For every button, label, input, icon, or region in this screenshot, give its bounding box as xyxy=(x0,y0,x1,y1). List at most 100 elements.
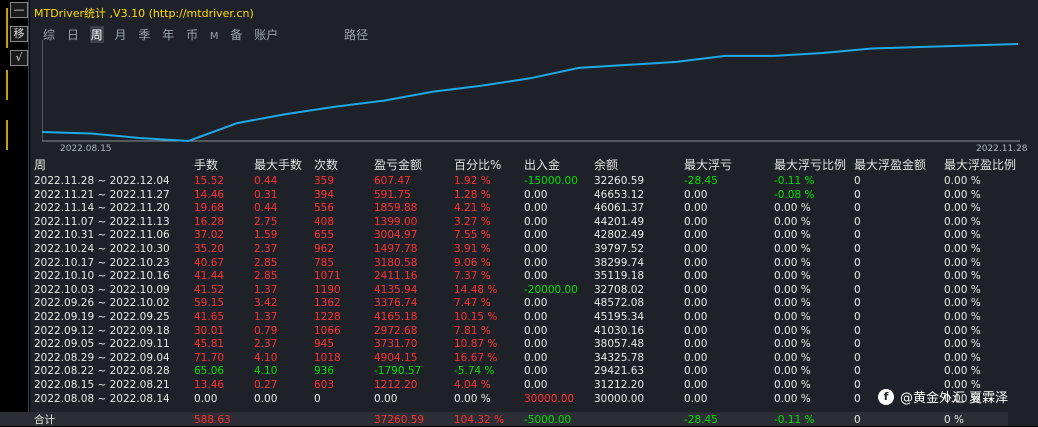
cell-max_dd_pct: 0.00 % xyxy=(774,351,811,364)
cell-pnl: -1790.57 xyxy=(374,365,422,378)
cell-max_lots: 0.44 xyxy=(254,202,278,215)
cell-count: 785 xyxy=(314,256,335,269)
cell-pnl: 1497.78 xyxy=(374,243,418,255)
cell-max_dd_pct: 0.00 % xyxy=(774,338,811,351)
cell-max_dd: -28.45 xyxy=(684,175,718,187)
cell-count: 945 xyxy=(314,338,335,351)
cell-max_fp_pct: 0.00 % xyxy=(944,270,981,283)
cell-max_dd_pct: -0.08 % xyxy=(774,188,815,201)
cell-balance: 38057.48 xyxy=(594,338,645,351)
cell-max_dd_pct: -0.11 % xyxy=(774,175,815,187)
column-header: 出入金 xyxy=(524,158,561,172)
cell-pnl: 591.75 xyxy=(374,188,411,201)
table-header: 周 手数 最大手数 次数 盈亏金额 百分比% 出入金 余额 最大浮亏 最大浮亏比例 最大浮盈金额 最大… xyxy=(0,157,1016,173)
cell-lots: 35.20 xyxy=(194,243,225,255)
cell-count: 394 xyxy=(314,188,335,201)
cell-pct: 10.15 % xyxy=(454,311,498,323)
cell-flow: 30000.00 xyxy=(524,392,575,405)
cell-count: 962 xyxy=(314,243,335,255)
cell-max_fp_pct: 0.00 % xyxy=(944,202,981,215)
cell-max_lots: 4.10 xyxy=(254,351,278,364)
cell-max_dd_pct: 0.00 % xyxy=(774,270,811,283)
cell-max_lots: 3.42 xyxy=(254,297,278,310)
cell-lots: 16.28 xyxy=(194,215,225,228)
move-button[interactable]: 移 xyxy=(10,26,28,42)
cell-count: 1362 xyxy=(314,297,341,310)
cell-flow: 0.00 xyxy=(524,215,548,228)
cell-max_dd: 0.00 xyxy=(684,243,708,255)
cell-max_dd: 0.00 xyxy=(684,202,708,215)
cell-max_fp_pct: 0.00 % xyxy=(944,215,981,228)
cell-max_dd_pct: 0.00 % xyxy=(774,202,811,215)
column-header: 最大浮盈金额 xyxy=(854,158,927,172)
column-header: 手数 xyxy=(194,158,219,172)
cell-max_fp: 0 xyxy=(854,202,861,215)
cell-max_dd_pct: 0.00 % xyxy=(774,379,811,391)
column-header: 最大手数 xyxy=(254,158,303,172)
table-row: 2022.10.24 ~ 2022.10.30 35.20 2.37 962 1497.… xyxy=(0,243,1008,256)
cell-balance: 48572.08 xyxy=(594,297,645,310)
strip-marker xyxy=(6,8,8,48)
cell-balance: 38299.74 xyxy=(594,256,645,269)
column-header: 最大浮亏比例 xyxy=(774,158,847,172)
cell-pnl: 1212.20 xyxy=(374,379,418,391)
cell-lots: 0.00 xyxy=(194,392,218,405)
cell-count: 1228 xyxy=(314,311,341,323)
cell-pct: 10.87 % xyxy=(454,338,498,351)
cell-flow: 0.00 xyxy=(524,297,548,310)
cell-pct: 3.27 % xyxy=(454,215,491,228)
cell-lots: 65.06 xyxy=(194,365,225,378)
cell-flow: 0.00 xyxy=(524,379,548,391)
cell-week: 2022.11.14 ~ 2022.11.20 xyxy=(34,202,170,215)
cell-max_dd: 0.00 xyxy=(684,229,708,242)
cell-balance: 39797.52 xyxy=(594,243,645,255)
cell-pct: 4.21 % xyxy=(454,202,491,215)
cell-max_fp_pct: 0.00 % xyxy=(944,311,981,323)
cell-count: 408 xyxy=(314,215,335,228)
table-row: 2022.08.29 ~ 2022.09.04 71.70 4.10 1018 4904… xyxy=(0,352,1008,365)
cell-lots: 45.81 xyxy=(194,338,225,351)
cell-pct: 7.55 % xyxy=(454,229,491,242)
cell-pct: 16.67 % xyxy=(454,351,498,364)
cell-balance: 46653.12 xyxy=(594,188,645,201)
cell-pct: 7.81 % xyxy=(454,324,491,337)
total-max_fp: 0 xyxy=(854,414,861,426)
cell-max_fp: 0 xyxy=(854,229,861,242)
minimize-button[interactable]: — xyxy=(10,2,28,18)
watermark-text: @黄金外汇 夏霖泽 xyxy=(900,391,1009,406)
cell-max_dd_pct: 0.00 % xyxy=(774,256,811,269)
table-row: 2022.11.14 ~ 2022.11.20 19.68 0.44 556 1859.… xyxy=(0,202,1008,215)
cell-lots: 40.67 xyxy=(194,256,225,269)
total-lots: 588.63 xyxy=(194,414,231,426)
check-button[interactable]: √ xyxy=(10,50,28,66)
title-bar: MTDriver统计 ,V3.10 (http://mtdriver.cn) xyxy=(30,0,1038,22)
cell-max_fp_pct: 0.00 % xyxy=(944,243,981,255)
cell-max_fp: 0 xyxy=(854,351,861,364)
total-flow: -5000.00 xyxy=(524,414,572,426)
cell-count: 1071 xyxy=(314,270,341,283)
strip-marker xyxy=(6,120,8,150)
cell-flow: 0.00 xyxy=(524,229,548,242)
cell-balance: 45195.34 xyxy=(594,311,645,323)
total-label: 合计 xyxy=(34,414,55,426)
cell-lots: 30.01 xyxy=(194,324,225,337)
cell-flow: 0.00 xyxy=(524,365,548,378)
cell-pct: 1.92 % xyxy=(454,175,491,187)
cell-pnl: 0.00 xyxy=(374,392,398,405)
cell-max_dd: 0.00 xyxy=(684,392,708,405)
cell-flow: 0.00 xyxy=(524,324,548,337)
window-title: MTDriver统计 ,V3.10 (http://mtdriver.cn) xyxy=(34,7,254,20)
cell-count: 1190 xyxy=(314,283,341,296)
cell-max_lots: 0.79 xyxy=(254,324,278,337)
cell-count: 0 xyxy=(314,392,321,405)
cell-max_dd_pct: 0.00 % xyxy=(774,324,811,337)
cell-max_fp: 0 xyxy=(854,297,861,310)
cell-max_fp_pct: 0.00 % xyxy=(944,324,981,337)
cell-max_dd: 0.00 xyxy=(684,338,708,351)
cell-week: 2022.11.28 ~ 2022.12.04 xyxy=(34,175,170,187)
cell-week: 2022.10.31 ~ 2022.11.06 xyxy=(34,229,170,242)
cell-week: 2022.10.24 ~ 2022.10.30 xyxy=(34,243,170,255)
cell-flow: 0.00 xyxy=(524,188,548,201)
cell-max_fp: 0 xyxy=(854,175,861,187)
cell-lots: 13.46 xyxy=(194,379,225,391)
